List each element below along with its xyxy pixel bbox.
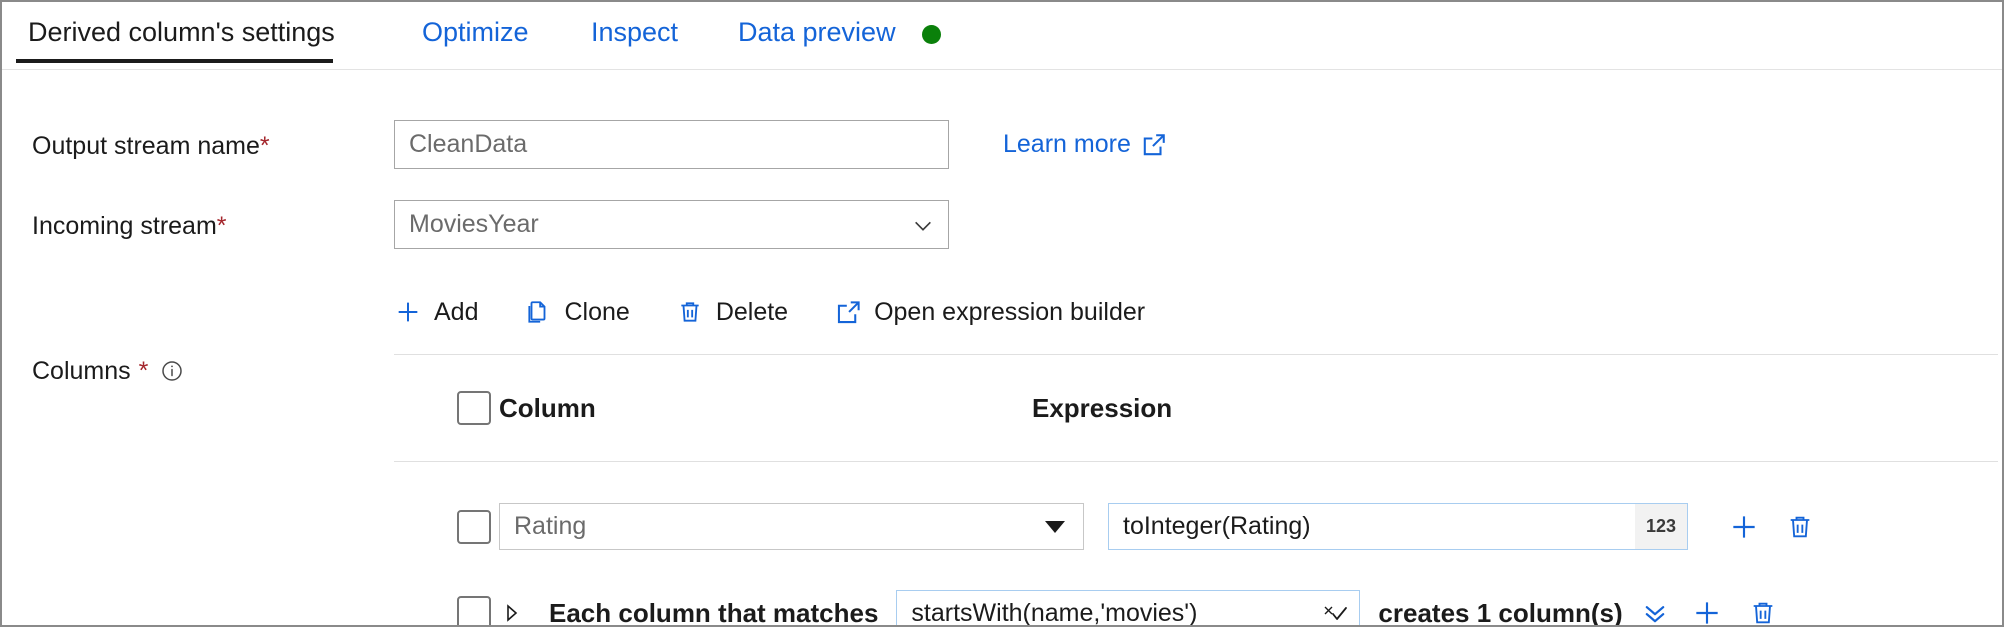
output-stream-name-label-text: Output stream name [32,132,260,160]
pattern-prefix-label: Each column that matches [549,598,878,627]
columns-table: Column Expression Rating toInteger(Ratin… [394,354,1998,627]
incoming-stream-label-text: Incoming stream [32,212,217,240]
delete-button[interactable]: Delete [676,298,788,327]
row-select-checkbox[interactable] [457,596,491,627]
tab-data-preview[interactable]: Data preview [738,14,896,50]
expression-type-badge: 123 [1635,504,1687,549]
delete-row-button[interactable] [1778,505,1822,549]
clone-icon [524,298,552,326]
pattern-suffix-label: creates 1 column(s) [1378,598,1622,627]
info-icon[interactable] [160,359,184,383]
table-row: Rating toInteger(Rating) 123 [394,487,1998,566]
delete-button-label: Delete [716,298,788,327]
add-button-label: Add [434,298,478,327]
select-all-checkbox-cell [394,391,499,425]
select-all-checkbox[interactable] [457,391,491,425]
row-select-checkbox-cell [394,596,499,627]
active-tab-underline [16,59,333,63]
tab-inspect[interactable]: Inspect [591,14,678,50]
data-preview-status-dot [922,25,941,44]
plus-icon [394,298,422,326]
column-name-dropdown[interactable]: Rating [499,503,1084,550]
chevron-down-icon [912,215,932,235]
clone-button-label: Clone [564,298,629,327]
tab-bar: Derived column's settings Optimize Inspe… [2,2,2002,70]
output-stream-name-input[interactable]: CleanData [394,120,949,169]
row-select-checkbox-cell [394,510,499,544]
column-header-expression: Expression [1032,393,1172,424]
table-row: Each column that matches startsWith(name… [394,570,1998,627]
boolean-type-badge [1313,591,1359,627]
columns-command-bar: Add Clone Delete [394,284,1145,340]
add-button[interactable]: Add [394,298,478,327]
output-stream-required-asterisk: * [260,132,270,160]
expand-row-icon[interactable] [499,601,523,625]
open-in-new-icon [1141,132,1167,158]
add-row-button[interactable] [1685,591,1729,627]
columns-table-header-row: Column Expression [394,354,1998,462]
open-in-new-icon [834,298,862,326]
column-name-value: Rating [514,512,586,541]
incoming-stream-label: Incoming stream* [32,210,227,242]
tab-derived-column-settings[interactable]: Derived column's settings [28,14,335,50]
incoming-stream-value: MoviesYear [409,210,539,239]
row-select-checkbox[interactable] [457,510,491,544]
match-expression-value: startsWith(name,'movies') [897,599,1197,627]
incoming-stream-dropdown[interactable]: MoviesYear [394,200,949,249]
open-expression-builder-label: Open expression builder [874,298,1145,327]
derived-column-settings-panel: Derived column's settings Optimize Inspe… [0,0,2004,627]
learn-more-link[interactable]: Learn more [1003,130,1167,159]
columns-required-asterisk: * [139,355,149,387]
columns-label-text: Columns [32,355,131,387]
double-chevron-down-icon[interactable] [1633,591,1677,627]
incoming-stream-required-asterisk: * [217,212,227,240]
columns-label: Columns* [32,355,184,387]
match-expression-input[interactable]: startsWith(name,'movies') [896,590,1360,627]
output-stream-name-label: Output stream name* [32,130,270,162]
trash-icon [676,298,704,326]
add-row-button[interactable] [1722,505,1766,549]
open-expression-builder-button[interactable]: Open expression builder [834,298,1145,327]
expression-value: toInteger(Rating) [1109,512,1311,541]
caret-down-icon [1045,521,1065,533]
expression-input[interactable]: toInteger(Rating) 123 [1108,503,1688,550]
tab-optimize[interactable]: Optimize [422,14,529,50]
learn-more-label: Learn more [1003,130,1131,159]
delete-row-button[interactable] [1741,591,1785,627]
clone-button[interactable]: Clone [524,298,629,327]
column-header-column: Column [499,393,1032,424]
